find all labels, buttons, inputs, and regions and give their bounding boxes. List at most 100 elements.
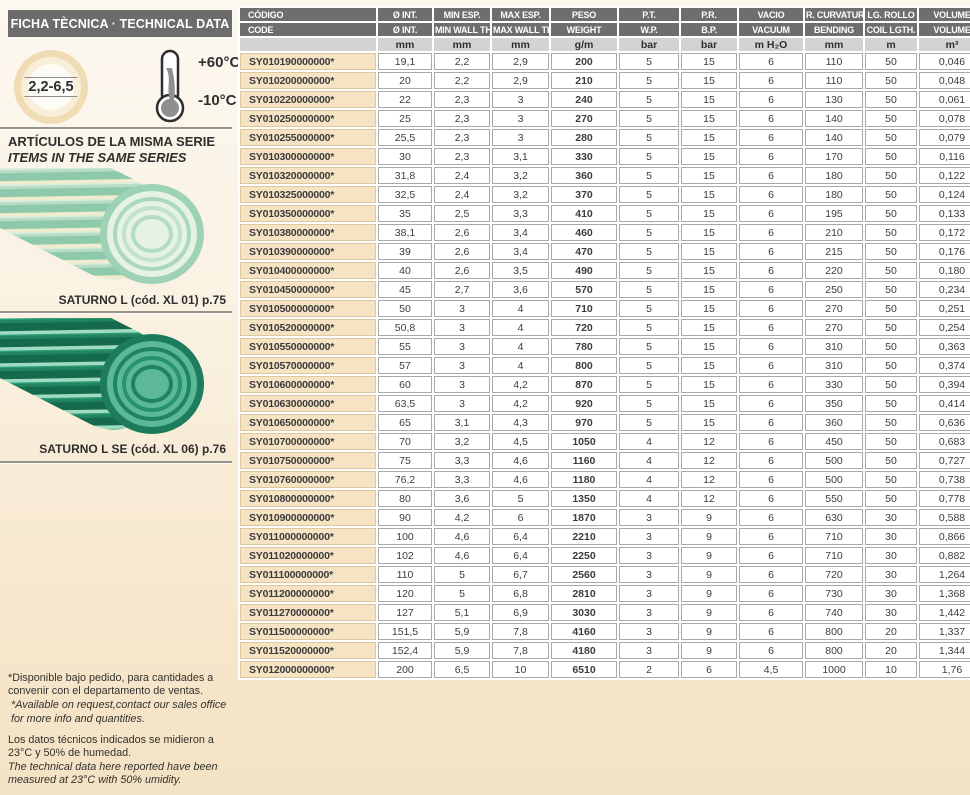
value-cell: 15 [681,148,737,165]
value-cell: 39 [378,243,432,260]
value-cell: 63,5 [378,395,432,412]
value-cell: 12 [681,433,737,450]
value-cell: 710 [805,528,863,545]
value-cell: 4 [492,338,549,355]
value-cell: 215 [805,243,863,260]
value-cell: 10 [865,661,917,678]
header-cell: CÓDIGO [240,8,376,21]
hose-photo-saturno-l-se [0,318,235,440]
value-cell: 2810 [551,585,617,602]
temperature-range: +60°C -10°C [152,46,252,126]
header-cell: Ø INT. [378,23,432,36]
value-cell: 6 [681,661,737,678]
table-row: SY010550000000*55347805156310500,363 [240,338,970,355]
product-code-cell: SY010300000000* [240,148,376,165]
value-cell: 3 [434,395,490,412]
value-cell: 5 [619,357,679,374]
header-cell: VACIO [739,8,803,21]
value-cell: 80 [378,490,432,507]
value-cell: 6 [739,91,803,108]
value-cell: 630 [805,509,863,526]
value-cell: 4 [492,319,549,336]
value-cell: 0,636 [919,414,970,431]
value-cell: 1,337 [919,623,970,640]
product-code-cell: SY010390000000* [240,243,376,260]
product-code-cell: SY011000000000* [240,528,376,545]
value-cell: 180 [805,167,863,184]
value-cell: 7,8 [492,642,549,659]
value-cell: 3 [619,528,679,545]
value-cell: 50 [865,395,917,412]
value-cell: 3,2 [492,186,549,203]
value-cell: 50 [865,91,917,108]
product-code-cell: SY011020000000* [240,547,376,564]
value-cell: 1000 [805,661,863,678]
value-cell: 330 [551,148,617,165]
value-cell: 4180 [551,642,617,659]
value-cell: 1,76 [919,661,970,678]
value-cell: 6 [739,509,803,526]
value-cell: 10 [492,661,549,678]
product-code-cell: SY010500000000* [240,300,376,317]
value-cell: 6 [739,623,803,640]
value-cell: 2250 [551,547,617,564]
value-cell: 1,264 [919,566,970,583]
value-cell: 2210 [551,528,617,545]
value-cell: 5,9 [434,642,490,659]
value-cell: 240 [551,91,617,108]
value-cell: 1,368 [919,585,970,602]
value-cell: 5 [619,262,679,279]
value-cell: 490 [551,262,617,279]
value-cell: 15 [681,243,737,260]
value-cell: 6510 [551,661,617,678]
header-cell: R. CURVATURA [805,8,863,21]
value-cell: 30 [378,148,432,165]
value-cell: 70 [378,433,432,450]
table-row: SY010650000000*653,14,39705156360500,636 [240,414,970,431]
value-cell: 4,5 [492,433,549,450]
header-cell: MAX ESP. [492,8,549,21]
technical-data-table: CÓDIGOØ INT.MIN ESP.MAX ESP.PESOP.T.P.R.… [238,6,970,680]
value-cell: 35 [378,205,432,222]
value-cell: 4160 [551,623,617,640]
value-cell: 30 [865,585,917,602]
table-row: SY010800000000*803,6513504126550500,778 [240,490,970,507]
value-cell: 25 [378,110,432,127]
header-cell: CODE [240,23,376,36]
value-cell: 140 [805,110,863,127]
table-row: SY010750000000*753,34,611604126500500,72… [240,452,970,469]
value-cell: 6 [739,547,803,564]
unit-cell: mm [492,38,549,51]
temp-max-label: +60°C [198,54,240,71]
value-cell: 460 [551,224,617,241]
value-cell: 6,4 [492,528,549,545]
units-row: mmmmmmg/mbarbarm H₂Ommmm³ [240,38,970,51]
product-code-cell: SY010255000000* [240,129,376,146]
value-cell: 3,4 [492,243,549,260]
value-cell: 100 [378,528,432,545]
value-cell: 140 [805,129,863,146]
value-cell: 3 [619,566,679,583]
value-cell: 1,344 [919,642,970,659]
value-cell: 570 [551,281,617,298]
value-cell: 9 [681,566,737,583]
table-row: SY010325000000*32,52,43,23705156180500,1… [240,186,970,203]
value-cell: 2,6 [434,243,490,260]
value-cell: 9 [681,585,737,602]
header-cell: COIL LGTH. [865,23,917,36]
value-cell: 740 [805,604,863,621]
value-cell: 5 [619,319,679,336]
unit-cell [240,38,376,51]
value-cell: 870 [551,376,617,393]
header-cell: MAX WALL TH. [492,23,549,36]
value-cell: 15 [681,224,737,241]
value-cell: 3 [619,623,679,640]
value-cell: 6 [739,262,803,279]
value-cell: 120 [378,585,432,602]
value-cell: 180 [805,186,863,203]
value-cell: 2,7 [434,281,490,298]
value-cell: 5 [619,243,679,260]
value-cell: 0,363 [919,338,970,355]
value-cell: 3 [619,509,679,526]
value-cell: 38,1 [378,224,432,241]
